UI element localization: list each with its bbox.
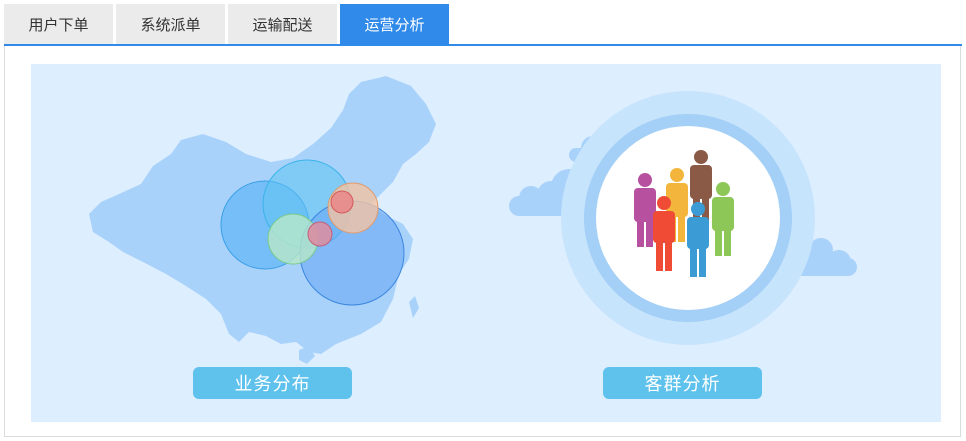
bubble-red-small (330, 190, 354, 214)
tab-bar: 用户下单 系统派单 运输配送 运营分析 (4, 4, 449, 45)
business-distribution-button[interactable]: 业务分布 (193, 367, 352, 399)
tab-transport-delivery[interactable]: 运输配送 (228, 4, 337, 45)
china-map-bubbles-icon[interactable] (31, 64, 941, 422)
analysis-stage: 业务分布 客群分析 (31, 64, 941, 422)
tab-operation-analysis[interactable]: 运营分析 (340, 4, 449, 45)
inner-circle (596, 126, 780, 310)
tab-user-order[interactable]: 用户下单 (4, 4, 113, 45)
content-panel: 业务分布 客群分析 (4, 46, 961, 437)
tab-system-dispatch[interactable]: 系统派单 (116, 4, 225, 45)
customer-group-analysis-button[interactable]: 客群分析 (603, 367, 762, 399)
taiwan-island-shape (409, 296, 419, 318)
bubble-pink-small (307, 221, 333, 247)
